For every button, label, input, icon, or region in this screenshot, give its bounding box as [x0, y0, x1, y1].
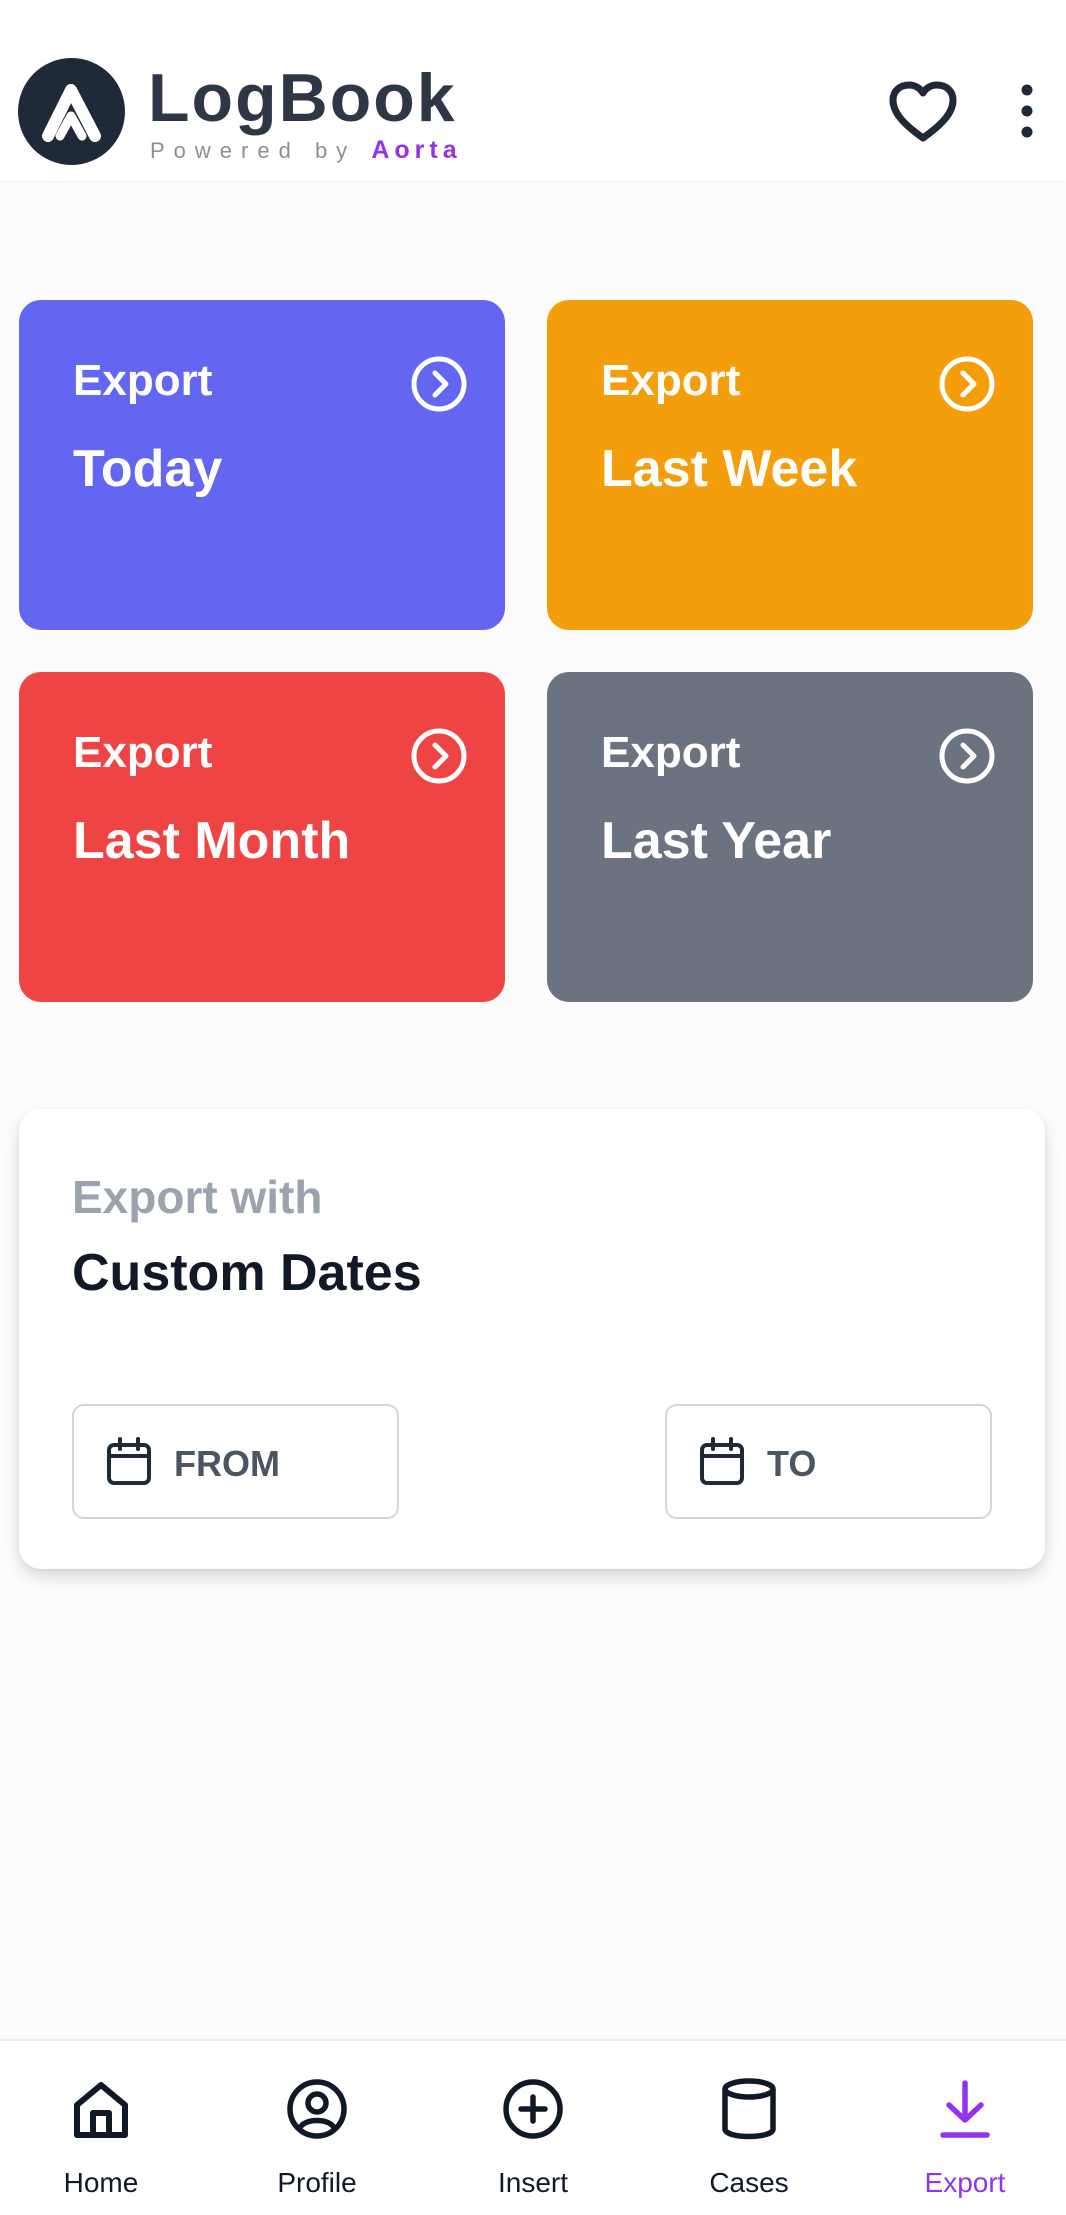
custom-dates-card: Export with Custom Dates FROM TO: [19, 1109, 1045, 1569]
user-circle-icon: [287, 2079, 347, 2139]
to-date-label: TO: [767, 1443, 817, 1484]
download-icon: [940, 2080, 990, 2138]
tile-label: Export: [601, 728, 741, 777]
nav-label: Insert: [497, 2167, 569, 2198]
nav-label: Export: [924, 2167, 1006, 2198]
powered-prefix: Powered by: [150, 138, 357, 163]
nav-label: Cases: [709, 2167, 789, 2198]
tile-value: Today: [73, 440, 223, 498]
nav-item-home[interactable]: Home: [11, 2041, 191, 2215]
aorta-logo-icon: [18, 58, 125, 165]
tile-value: Last Week: [601, 440, 858, 498]
nav-item-export[interactable]: Export: [875, 2041, 1055, 2215]
favorite-button[interactable]: [888, 80, 958, 146]
database-icon: [722, 2078, 776, 2140]
plus-circle-icon: [503, 2079, 563, 2139]
more-vertical-icon: [1021, 84, 1033, 138]
tile-label: Export: [73, 728, 213, 777]
chevron-right-circle-icon: [939, 356, 995, 412]
to-date-field[interactable]: TO: [665, 1404, 992, 1519]
app-header: LogBook Powered by Aorta: [0, 0, 1066, 181]
export-last-week-tile[interactable]: Export Last Week: [547, 300, 1033, 630]
tile-value: Last Year: [601, 812, 832, 870]
nav-label: Profile: [277, 2167, 357, 2198]
nav-item-profile[interactable]: Profile: [227, 2041, 407, 2215]
home-icon: [74, 2082, 128, 2138]
tile-label: Export: [73, 356, 213, 405]
export-last-year-tile[interactable]: Export Last Year: [547, 672, 1033, 1002]
from-date-field[interactable]: FROM: [72, 1404, 399, 1519]
export-screen: LogBook Powered by Aorta Export Today Ex…: [0, 0, 1066, 2215]
export-today-tile[interactable]: Export Today: [19, 300, 505, 630]
powered-brand: Aorta: [371, 136, 462, 164]
custom-dates-title: Custom Dates: [72, 1244, 422, 1302]
chevron-right-circle-icon: [411, 728, 467, 784]
custom-dates-label: Export with: [72, 1171, 323, 1223]
chevron-right-circle-icon: [411, 356, 467, 412]
app-title: LogBook: [148, 60, 457, 136]
heart-icon: [889, 81, 957, 142]
export-last-month-tile[interactable]: Export Last Month: [19, 672, 505, 1002]
nav-label: Home: [63, 2167, 139, 2198]
more-menu-button[interactable]: [1012, 84, 1042, 140]
bottom-navigation: Home Profile Insert Cases Export: [0, 2039, 1066, 2215]
calendar-icon: [700, 1437, 744, 1485]
from-date-label: FROM: [174, 1443, 280, 1484]
nav-item-insert[interactable]: Insert: [443, 2041, 623, 2215]
tile-label: Export: [601, 356, 741, 405]
nav-item-cases[interactable]: Cases: [659, 2041, 839, 2215]
chevron-right-circle-icon: [939, 728, 995, 784]
powered-by: Powered by Aorta: [150, 136, 462, 165]
tile-value: Last Month: [73, 812, 351, 870]
calendar-icon: [107, 1437, 151, 1485]
